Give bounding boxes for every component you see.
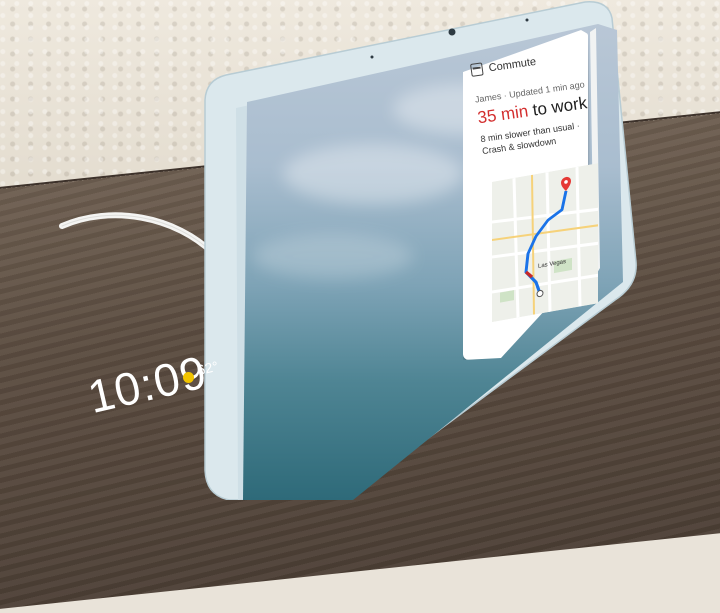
sun-icon xyxy=(183,372,194,383)
eta-suffix: to work xyxy=(526,93,589,121)
map-graphic xyxy=(492,163,598,322)
bus-icon xyxy=(470,62,484,77)
route-map[interactable]: Las Vegas xyxy=(492,163,598,322)
eta-minutes: 35 min xyxy=(476,101,530,128)
